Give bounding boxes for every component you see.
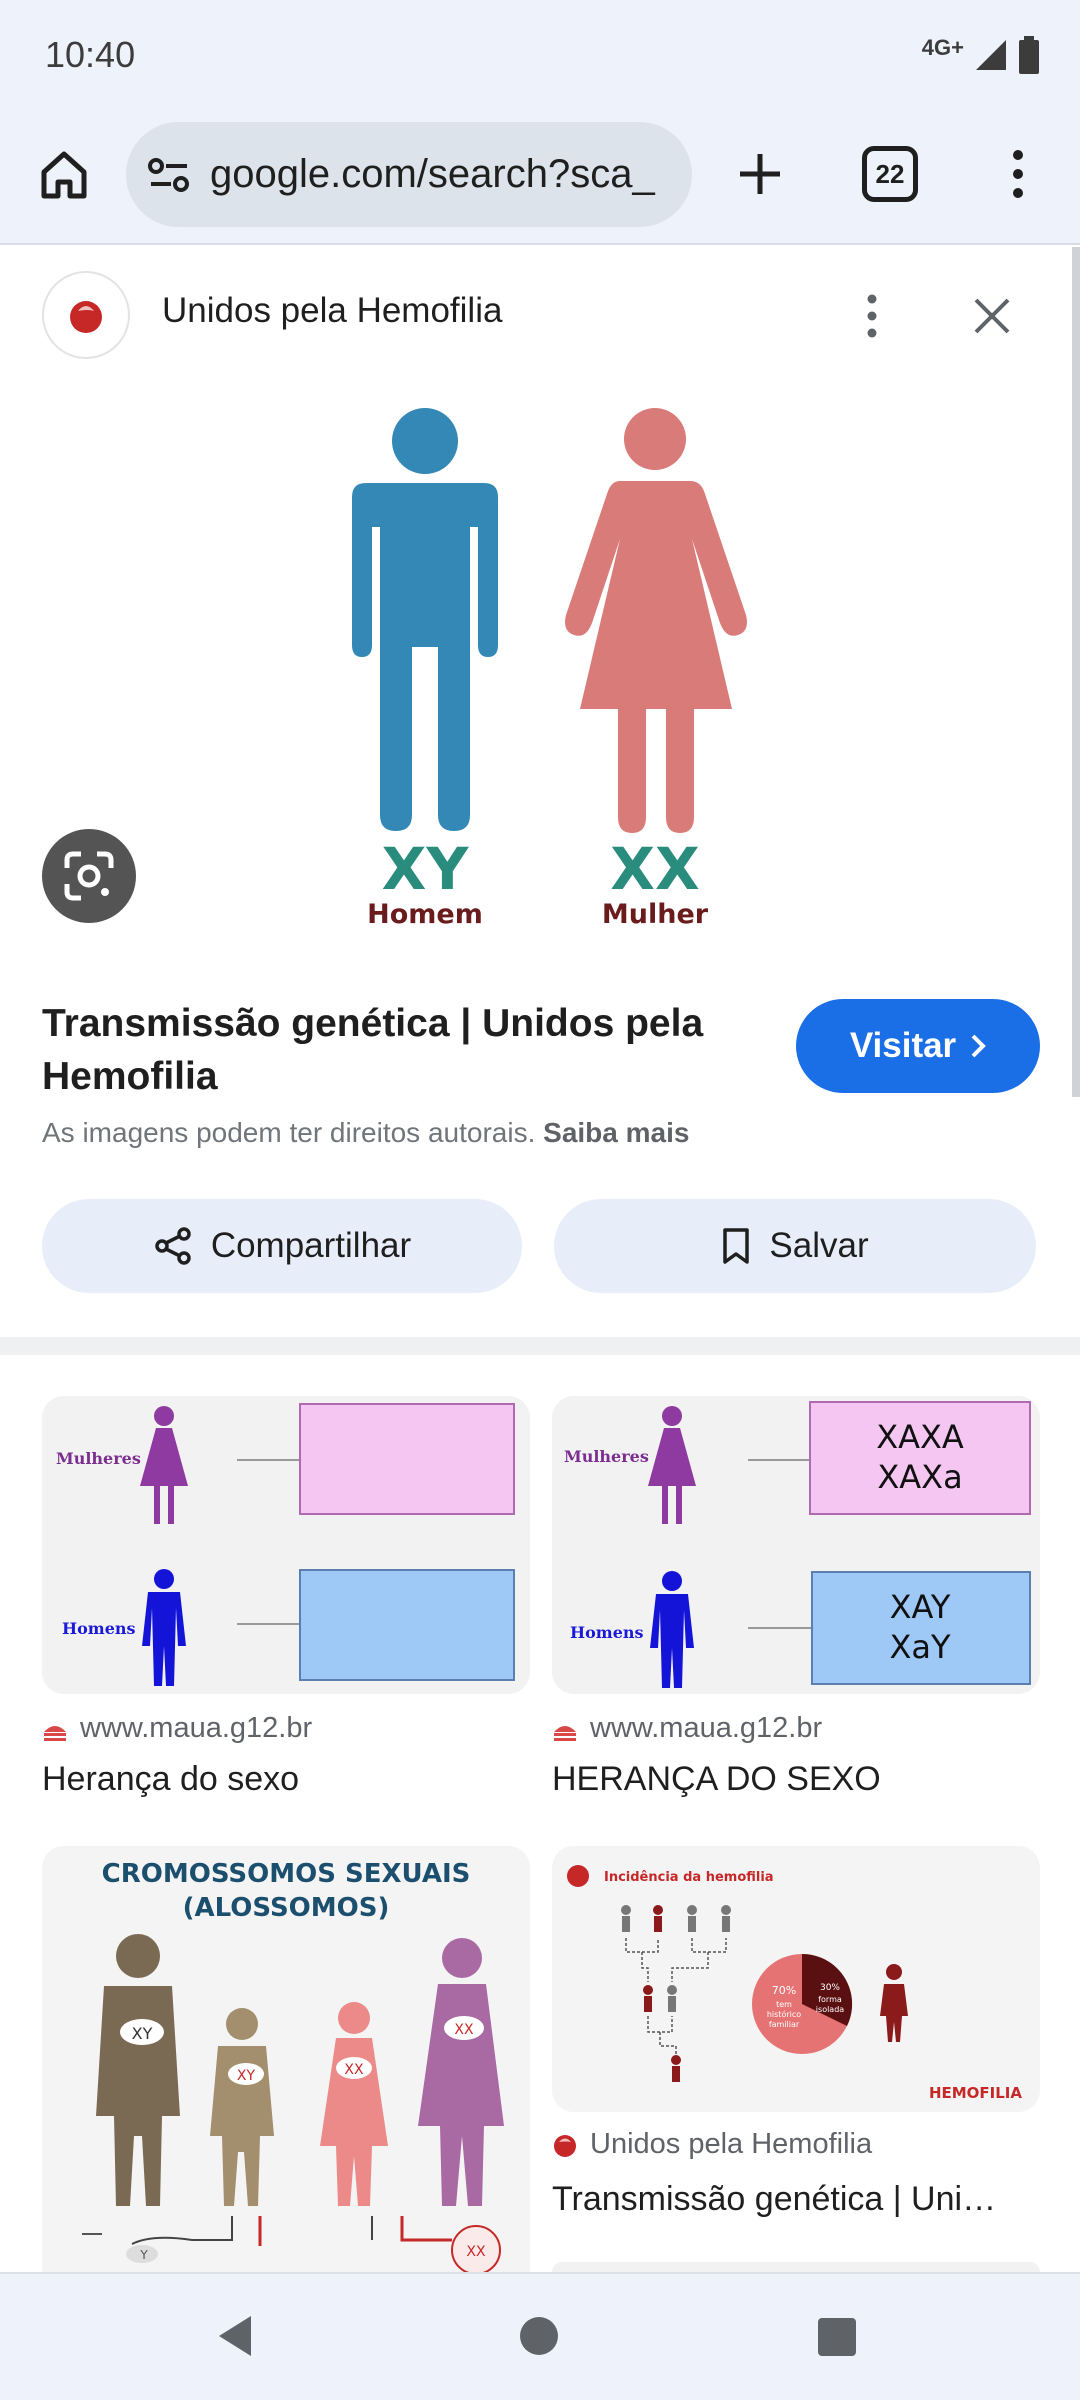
save-label: Salvar (769, 1226, 869, 1265)
share-icon (155, 1227, 191, 1265)
more-vert-icon (1013, 150, 1023, 198)
svg-text:histórico: histórico (767, 2009, 801, 2019)
hemofilia-brand: HEMOFILIA (929, 2084, 1022, 2102)
related-image-3[interactable]: CROMOSSOMOS SEXUAIS (ALOSSOMOS) XY XY XX… (42, 1846, 530, 2272)
source-row: Unidos pela Hemofilia (42, 271, 1042, 361)
google-lens-button[interactable] (42, 829, 136, 923)
svg-text:forma: forma (818, 1995, 842, 2004)
more-vert-icon (867, 294, 877, 338)
browser-menu-button[interactable] (988, 140, 1048, 208)
close-button[interactable] (962, 286, 1022, 346)
men-label: Homens (570, 1623, 644, 1642)
result-title[interactable]: Transmissão genética | Unidos pela Hemof… (42, 997, 762, 1103)
pct-30: 30% (820, 1983, 840, 1993)
home-button[interactable] (30, 140, 98, 208)
related-image-1[interactable]: Mulheres Homens (42, 1396, 530, 1694)
lens-icon (64, 851, 114, 901)
maua-favicon-icon (554, 1725, 576, 1741)
tab-switcher-button[interactable]: 22 (862, 146, 918, 202)
related-image-2[interactable]: Mulheres XAXA XAXa Homens XAY XaY (552, 1396, 1040, 1694)
status-time: 10:40 (45, 34, 136, 75)
svg-text:XY: XY (237, 2068, 256, 2084)
svg-text:XX: XX (466, 2244, 486, 2260)
result-2-source-text: www.maua.g12.br (590, 1712, 823, 1744)
chromosomes-heading-1: CROMOSSOMOS SEXUAIS (102, 1859, 471, 1889)
men-genotype-2: XaY (889, 1628, 951, 1666)
svg-text:isolada: isolada (816, 2005, 844, 2014)
save-button[interactable]: Salvar (554, 1199, 1036, 1293)
maua-favicon-icon (44, 1725, 66, 1741)
network-type: 4G+ (921, 35, 964, 60)
men-label: Homens (62, 1619, 136, 1638)
incidence-heading: Incidência da hemofilia (604, 1870, 774, 1885)
women-label: Mulheres (564, 1447, 649, 1466)
image-viewer-panel: Unidos pela Hemofilia XY XX Homem Mulher… (0, 247, 1080, 1337)
incidence-pie-chart: 70% tem histórico familiar 30% forma iso… (752, 1953, 853, 2054)
main-result-image[interactable]: XY XX Homem Mulher (320, 387, 760, 927)
man-label: Homem (367, 899, 483, 927)
section-divider (0, 1337, 1080, 1355)
blood-drop-logo-icon (70, 301, 102, 333)
next-card-peek (552, 2262, 1040, 2272)
back-icon[interactable] (215, 2314, 255, 2358)
home-icon (41, 151, 87, 199)
man-chromosomes: XY (382, 835, 470, 903)
woman-figure (565, 408, 747, 833)
system-nav-bar (0, 2272, 1080, 2400)
result-4-title[interactable]: Transmissão genética | Uni… (552, 2180, 1040, 2219)
copyright-notice: As imagens podem ter direitos autorais. … (42, 1117, 689, 1149)
svg-text:XX: XX (454, 2022, 474, 2038)
svg-text:familiar: familiar (769, 2020, 800, 2029)
recents-icon[interactable] (818, 2318, 856, 2356)
result-4-source-text: Unidos pela Hemofilia (590, 2128, 873, 2160)
men-genotype-1: XAY (890, 1588, 951, 1626)
svg-text:XX: XX (344, 2062, 364, 2078)
tab-count: 22 (875, 158, 905, 189)
women-label: Mulheres (56, 1449, 141, 1468)
result-2-title[interactable]: HERANÇA DO SEXO (552, 1760, 1040, 1799)
url-text[interactable]: google.com/search?sca_ (210, 152, 680, 197)
learn-more-link[interactable]: Saiba mais (543, 1117, 689, 1148)
status-bar: 10:40 4G+ (0, 0, 1080, 110)
svg-text:tem: tem (776, 2000, 792, 2009)
address-bar[interactable]: google.com/search?sca_ (126, 122, 692, 227)
woman-label: Mulher (602, 899, 709, 927)
visit-button[interactable]: Visitar (796, 999, 1040, 1093)
pct-70: 70% (772, 1984, 796, 1997)
share-label: Compartilhar (210, 1226, 412, 1265)
result-2-source[interactable]: www.maua.g12.br (552, 1712, 822, 1745)
site-favicon[interactable] (42, 271, 130, 359)
chromosomes-heading-2: (ALOSSOMOS) (183, 1893, 390, 1923)
new-tab-button[interactable] (726, 140, 794, 208)
svg-text:XY: XY (132, 2024, 153, 2043)
source-site-name[interactable]: Unidos pela Hemofilia (162, 291, 502, 331)
result-1-source[interactable]: www.maua.g12.br (42, 1712, 312, 1745)
share-button[interactable]: Compartilhar (42, 1199, 522, 1293)
blood-drop-logo-icon (554, 2134, 576, 2157)
close-icon (974, 298, 1010, 334)
result-1-title[interactable]: Herança do sexo (42, 1760, 530, 1799)
man-figure (352, 408, 498, 831)
chevron-right-icon (971, 1034, 987, 1058)
result-1-source-text: www.maua.g12.br (80, 1712, 313, 1744)
result-4-source[interactable]: Unidos pela Hemofilia (552, 2128, 872, 2161)
battery-icon (1019, 36, 1039, 74)
copyright-text: As imagens podem ter direitos autorais. (42, 1117, 536, 1148)
visit-label: Visitar (849, 1026, 957, 1065)
site-info-icon[interactable] (144, 150, 194, 200)
more-options-button[interactable] (842, 286, 902, 346)
signal-icon (976, 40, 1006, 70)
related-image-4[interactable]: Incidência da hemofilia 70% tem históric… (552, 1846, 1040, 2112)
svg-text:Y: Y (139, 2248, 148, 2262)
plus-icon (740, 154, 780, 194)
women-genotype-1: XAXA (876, 1418, 964, 1456)
browser-toolbar: google.com/search?sca_ 22 (0, 110, 1080, 245)
bookmark-icon (723, 1228, 750, 1264)
status-icons: 4G+ (922, 30, 1040, 80)
women-genotype-2: XAXa (877, 1458, 962, 1496)
woman-chromosomes: XX (610, 835, 699, 903)
home-nav-icon[interactable] (520, 2317, 558, 2355)
scrollbar[interactable] (1072, 247, 1080, 1097)
